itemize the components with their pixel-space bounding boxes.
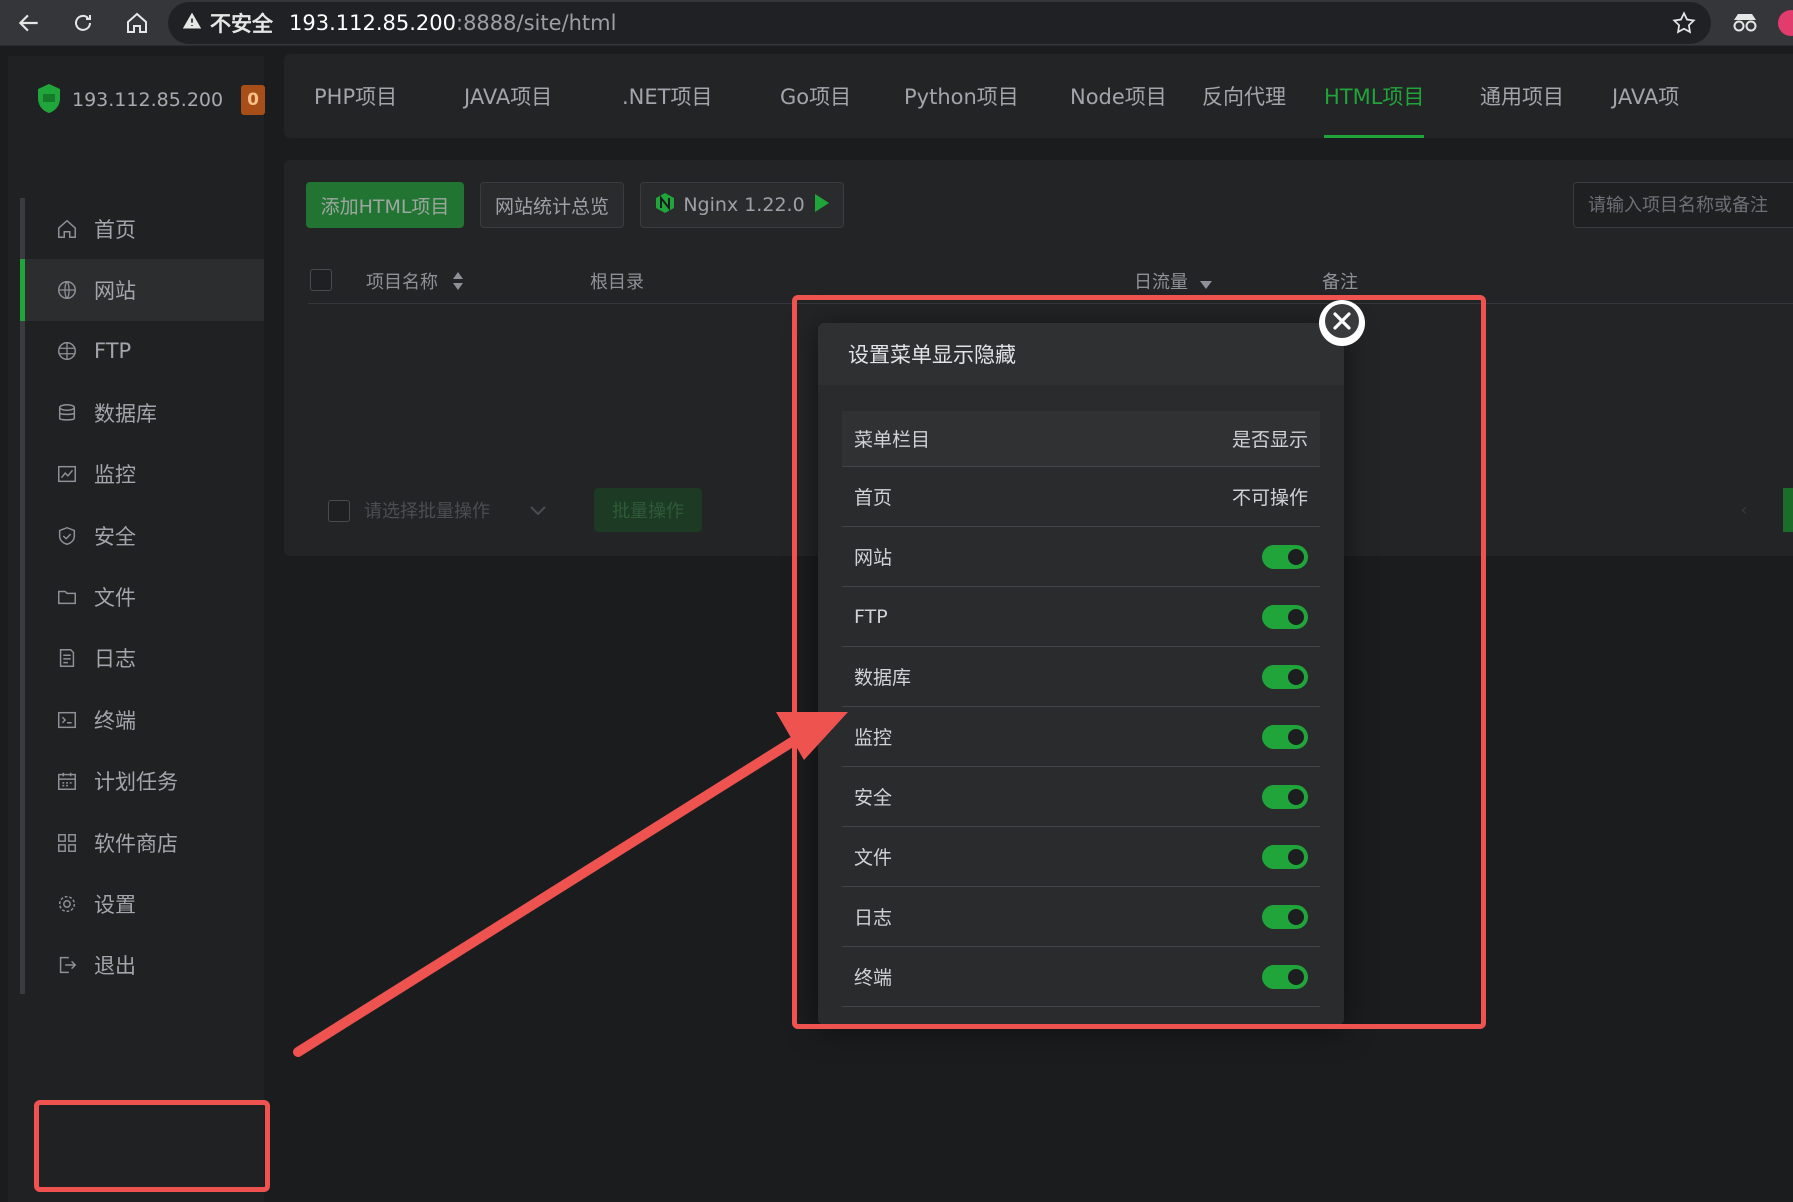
annotation-arrow bbox=[293, 712, 848, 1057]
